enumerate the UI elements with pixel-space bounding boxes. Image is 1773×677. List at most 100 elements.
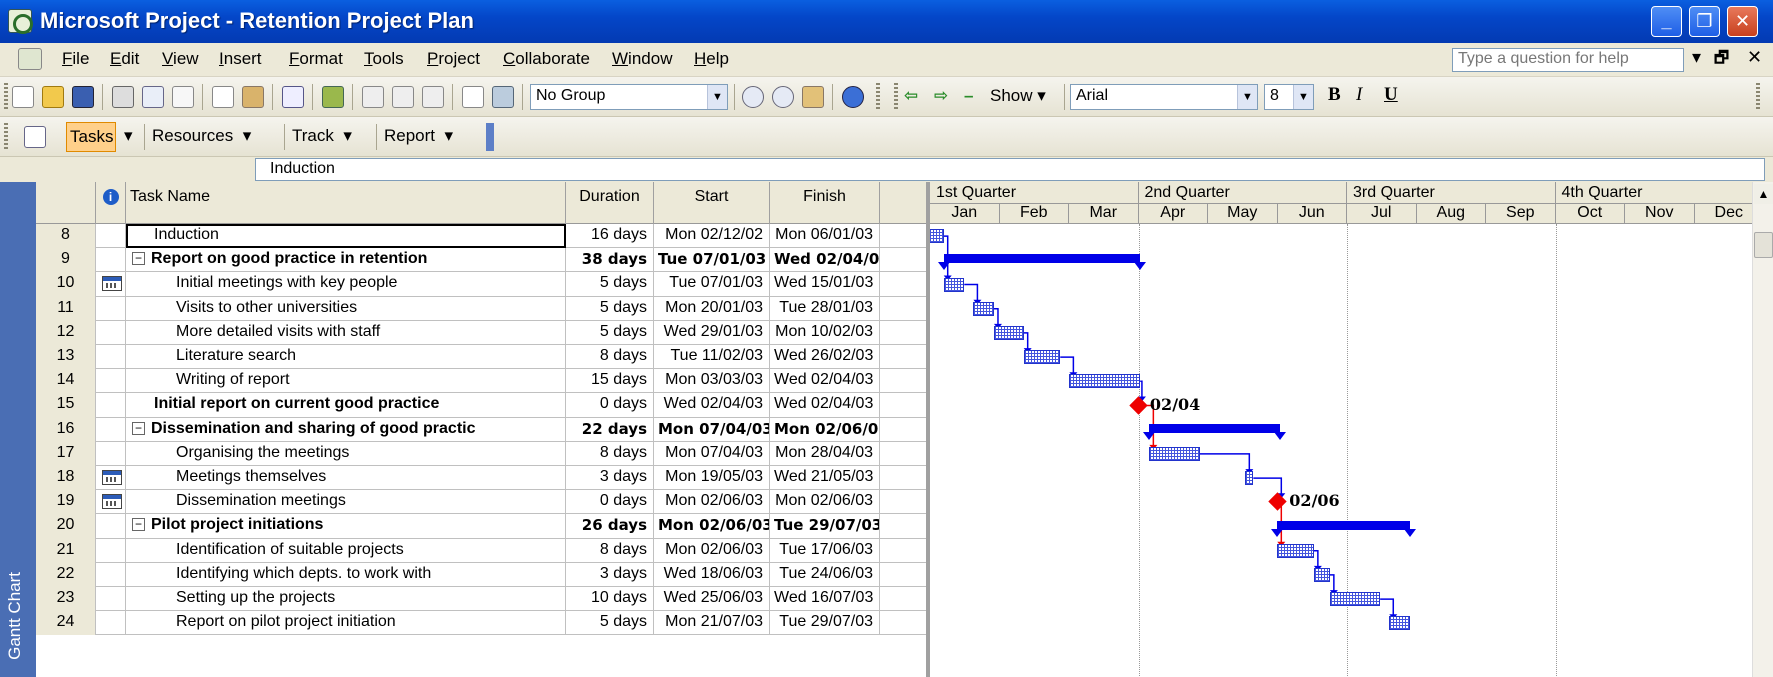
entry-field[interactable]: Induction <box>255 158 1765 181</box>
start-cell[interactable]: Mon 20/01/03 <box>654 296 770 321</box>
help-dropdown-icon[interactable]: ▾ <box>1692 47 1701 68</box>
duration-cell[interactable]: 0 days <box>566 393 654 418</box>
task-name-cell[interactable]: − Pilot project initiations <box>126 514 566 539</box>
row-number-header[interactable] <box>36 182 96 224</box>
close-button[interactable]: ✕ <box>1727 6 1758 37</box>
restore-button[interactable]: ❐ <box>1689 6 1720 37</box>
finish-cell[interactable]: Wed 16/07/03 <box>770 587 880 612</box>
toolbar-grip[interactable] <box>876 83 880 111</box>
assign-resources-icon[interactable] <box>322 86 344 108</box>
table-row[interactable]: 15 Initial report on current good practic… <box>36 393 926 418</box>
row-number[interactable]: 20 <box>36 514 96 539</box>
finish-cell[interactable]: Tue 17/06/03 <box>770 538 880 563</box>
chevron-down-icon[interactable]: ▼ <box>1237 85 1257 109</box>
task-name-cell[interactable]: Identification of suitable projects <box>126 538 566 563</box>
menu-insert[interactable]: Insert <box>219 49 262 69</box>
toolbar-grip[interactable] <box>4 83 8 111</box>
toolbar-options-icon[interactable] <box>486 123 494 151</box>
view-bar[interactable]: Gantt Chart <box>0 182 36 677</box>
table-row[interactable]: 19 Dissemination meetings 0 days Mon 02/06/… <box>36 490 926 515</box>
menu-collaborate[interactable]: Collaborate <box>503 49 590 69</box>
menu-project[interactable]: Project <box>427 49 480 69</box>
finish-cell[interactable]: Wed 02/04/03 <box>770 369 880 394</box>
start-cell[interactable]: Wed 25/06/03 <box>654 587 770 612</box>
duration-cell[interactable]: 8 days <box>566 441 654 466</box>
scroll-up-icon[interactable]: ▲ <box>1754 184 1773 204</box>
table-row[interactable]: 9− Report on good practice in retention 38… <box>36 248 926 273</box>
hide-subtasks-icon[interactable]: – <box>964 86 973 106</box>
row-number[interactable]: 8 <box>36 224 96 249</box>
task-name-cell[interactable]: Dissemination meetings <box>126 490 566 515</box>
outdent-icon[interactable]: ⇦ <box>904 86 918 106</box>
row-number[interactable]: 14 <box>36 369 96 394</box>
start-cell[interactable]: Mon 02/06/03 <box>654 538 770 563</box>
document-close-button[interactable]: ✕ <box>1747 47 1762 68</box>
table-row[interactable]: 20− Pilot project initiations 26 days Mon 0… <box>36 514 926 539</box>
indent-icon[interactable]: ⇨ <box>934 86 948 106</box>
task-name-cell[interactable]: More detailed visits with staff <box>126 320 566 345</box>
start-cell[interactable]: Mon 02/06/03 <box>654 490 770 515</box>
duration-cell[interactable]: 5 days <box>566 296 654 321</box>
table-row[interactable]: 10 Initial meetings with key people 5 days… <box>36 272 926 297</box>
table-row[interactable]: 14 Writing of report 15 days Mon 03/03/03 We… <box>36 369 926 394</box>
table-row[interactable]: 12 More detailed visits with staff 5 days W… <box>36 320 926 345</box>
task-name-cell[interactable]: Organising the meetings <box>126 441 566 466</box>
row-number[interactable]: 13 <box>36 345 96 370</box>
task-name-cell[interactable]: Meetings themselves <box>126 466 566 491</box>
row-number[interactable]: 10 <box>36 272 96 297</box>
print-icon[interactable] <box>112 86 134 108</box>
row-number[interactable]: 12 <box>36 320 96 345</box>
duration-cell[interactable]: 3 days <box>566 562 654 587</box>
start-cell[interactable]: Wed 29/01/03 <box>654 320 770 345</box>
task-bar[interactable] <box>930 229 944 244</box>
zoom-in-icon[interactable] <box>742 86 764 108</box>
indicators-header[interactable]: i <box>96 182 126 224</box>
start-cell[interactable]: Wed 18/06/03 <box>654 562 770 587</box>
menu-help[interactable]: Help <box>694 49 729 69</box>
table-row[interactable]: 16 − Dissemination and sharing of good pra… <box>36 417 926 442</box>
task-name-cell[interactable]: Induction <box>126 224 566 249</box>
finish-cell[interactable]: Tue 29/07/03 <box>770 514 880 539</box>
task-bar[interactable] <box>1389 616 1410 631</box>
menu-file[interactable]: File <box>62 49 89 69</box>
task-bar[interactable] <box>1329 592 1381 607</box>
row-number[interactable]: 18 <box>36 466 96 491</box>
duration-cell[interactable]: 5 days <box>566 320 654 345</box>
duration-cell[interactable]: 10 days <box>566 587 654 612</box>
finish-cell[interactable]: Wed 15/01/03 <box>770 272 880 297</box>
menu-window[interactable]: Window <box>612 49 672 69</box>
table-row[interactable]: 18 Meetings themselves 3 days Mon 19/05/03 W… <box>36 466 926 491</box>
notes-icon[interactable] <box>492 86 514 108</box>
start-cell[interactable]: Mon 07/04/03 <box>654 441 770 466</box>
open-folder-icon[interactable] <box>42 86 64 108</box>
scroll-thumb[interactable] <box>1754 232 1773 258</box>
start-cell[interactable]: Mon 03/03/03 <box>654 369 770 394</box>
row-number[interactable]: 24 <box>36 611 96 636</box>
show-menu-button[interactable]: Show ▾ <box>990 86 1046 106</box>
task-name-cell[interactable]: − Dissemination and sharing of good pract… <box>126 417 566 442</box>
unlink-tasks-icon[interactable] <box>392 86 414 108</box>
underline-button[interactable]: U <box>1384 84 1398 106</box>
project-guide-icon[interactable] <box>24 126 46 148</box>
duration-cell[interactable]: 26 days <box>566 514 654 539</box>
undo-icon[interactable] <box>282 86 304 108</box>
chevron-down-icon[interactable]: ▼ <box>707 85 727 109</box>
toolbar-grip[interactable] <box>894 83 898 111</box>
italic-button[interactable]: I <box>1356 84 1362 106</box>
finish-cell[interactable]: Mon 28/04/03 <box>770 441 880 466</box>
finish-header[interactable]: Finish <box>770 182 880 224</box>
collapse-icon[interactable]: − <box>132 252 145 266</box>
task-bar[interactable] <box>1313 567 1330 582</box>
task-name-cell[interactable]: Writing of report <box>126 369 566 394</box>
vertical-scrollbar[interactable]: ▲ <box>1752 182 1773 677</box>
start-cell[interactable]: Mon 21/07/03 <box>654 611 770 636</box>
spelling-icon[interactable] <box>172 86 194 108</box>
task-name-cell[interactable]: Initial report on current good practice <box>126 393 566 418</box>
finish-cell[interactable]: Wed 02/04/03 <box>770 393 880 418</box>
finish-cell[interactable]: Tue 29/07/03 <box>770 611 880 636</box>
finish-cell[interactable]: Wed 21/05/03 <box>770 466 880 491</box>
link-tasks-icon[interactable] <box>362 86 384 108</box>
finish-cell[interactable]: Mon 10/02/03 <box>770 320 880 345</box>
collapse-icon[interactable]: − <box>132 421 145 435</box>
task-name-cell[interactable]: Identifying which depts. to work with <box>126 562 566 587</box>
